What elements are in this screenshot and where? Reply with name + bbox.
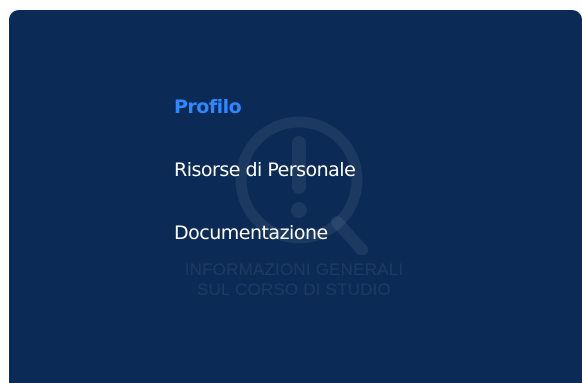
menu-item-documentazione[interactable]: Documentazione xyxy=(174,219,328,247)
menu-item-risorse-di-personale[interactable]: Risorse di Personale xyxy=(174,156,356,184)
watermark-line-1: INFORMAZIONI GENERALI xyxy=(184,260,404,279)
watermark-line-2: SUL CORSO DI STUDIO xyxy=(197,280,391,299)
watermark: INFORMAZIONI GENERALI SUL CORSO DI STUDI… xyxy=(9,10,582,383)
watermark-text: INFORMAZIONI GENERALI SUL CORSO DI STUDI… xyxy=(154,260,434,300)
navigation-panel: INFORMAZIONI GENERALI SUL CORSO DI STUDI… xyxy=(9,10,582,383)
menu-item-profilo[interactable]: Profilo xyxy=(174,93,242,121)
